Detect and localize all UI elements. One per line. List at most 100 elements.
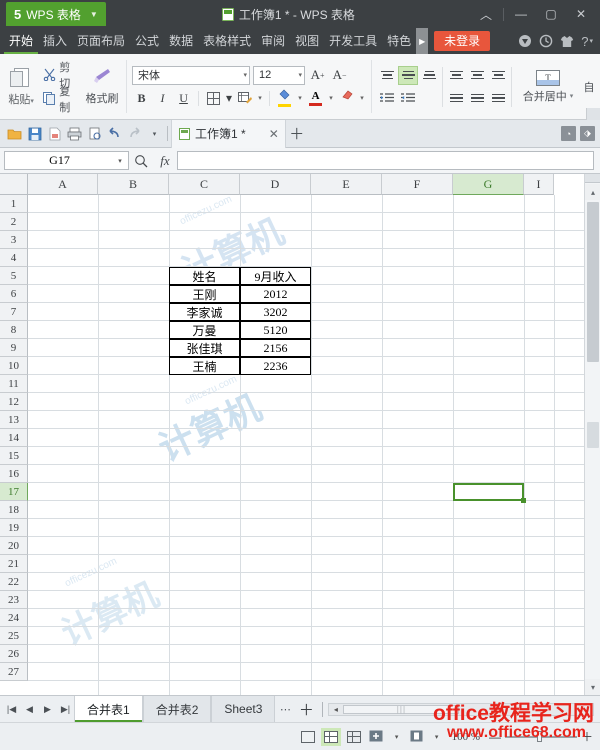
sheet-tab-0[interactable]: 合并表1 — [74, 696, 143, 722]
row-header-11[interactable]: 11 — [0, 375, 28, 393]
font-color-button[interactable]: A — [306, 89, 325, 108]
table-data-cell[interactable]: 3202 — [240, 303, 311, 321]
print-icon[interactable] — [65, 124, 84, 143]
fill-handle[interactable] — [521, 498, 526, 503]
history-icon[interactable]: ◔ — [561, 126, 576, 141]
column-header-I[interactable]: I — [524, 174, 554, 195]
selected-cell[interactable] — [453, 483, 524, 501]
cell-style-dropdown[interactable]: ▾ — [256, 89, 264, 108]
cell-area[interactable]: 计算机 计算机 计算机 officezu.com officezu.com of… — [28, 195, 584, 695]
decrease-indent-button[interactable] — [377, 89, 397, 108]
undo-icon[interactable] — [105, 124, 124, 143]
document-tab[interactable]: 工作簿1 * ✕ — [171, 119, 286, 148]
menu-item-2[interactable]: 页面布局 — [72, 28, 130, 54]
align-center-button[interactable] — [467, 66, 487, 85]
sheet-more-icon[interactable]: ⋯ — [275, 696, 295, 722]
chevron-down-icon[interactable]: ▾ — [114, 157, 126, 165]
format-painter-button[interactable]: 格式刷 — [83, 58, 121, 116]
column-header-C[interactable]: C — [169, 174, 240, 195]
column-header-F[interactable]: F — [382, 174, 453, 195]
row-header-25[interactable]: 25 — [0, 627, 28, 645]
prev-sheet-icon[interactable]: ◀ — [21, 700, 38, 718]
menu-item-7[interactable]: 视图 — [290, 28, 324, 54]
row-header-18[interactable]: 18 — [0, 501, 28, 519]
new-document-button[interactable]: ＋ — [286, 120, 308, 148]
bold-button[interactable]: B — [132, 89, 151, 108]
table-data-cell[interactable]: 2012 — [240, 285, 311, 303]
table-header-cell[interactable]: 姓名 — [169, 267, 240, 285]
save-icon[interactable] — [25, 124, 44, 143]
add-view-dropdown[interactable]: ▾ — [390, 728, 404, 746]
globe-icon[interactable] — [518, 34, 532, 48]
font-color-dropdown[interactable]: ▾ — [327, 89, 335, 108]
menu-item-9[interactable]: 特色 — [382, 28, 416, 54]
increase-indent-button[interactable] — [398, 89, 418, 108]
clear-format-button[interactable] — [337, 89, 356, 108]
table-header-cell[interactable]: 9月收入 — [240, 267, 311, 285]
cut-button[interactable]: 剪切 — [39, 62, 83, 90]
table-data-cell[interactable]: 2156 — [240, 339, 311, 357]
underline-button[interactable]: U — [174, 89, 193, 108]
row-header-27[interactable]: 27 — [0, 663, 28, 681]
shirt-icon[interactable] — [560, 35, 574, 48]
row-header-13[interactable]: 13 — [0, 411, 28, 429]
app-tab-wps[interactable]: 5 WPS 表格 ▼ — [6, 2, 106, 26]
export-pdf-icon[interactable] — [45, 124, 64, 143]
select-all-corner[interactable] — [0, 174, 28, 195]
row-header-2[interactable]: 2 — [0, 213, 28, 231]
fill-color-button[interactable] — [275, 89, 294, 108]
justify-left-button[interactable] — [446, 89, 466, 108]
align-middle-button[interactable] — [398, 65, 418, 85]
scroll-down-button[interactable]: ▾ — [585, 679, 600, 695]
shrink-font-button[interactable]: A − — [330, 66, 349, 85]
row-header-9[interactable]: 9 — [0, 339, 28, 357]
close-button[interactable]: ✕ — [566, 0, 596, 28]
borders-button[interactable] — [204, 89, 223, 108]
font-size-combo[interactable]: 12 ▾ — [253, 65, 306, 85]
row-header-16[interactable]: 16 — [0, 465, 28, 483]
row-header-19[interactable]: 19 — [0, 519, 28, 537]
table-data-cell[interactable]: 王楠 — [169, 357, 240, 375]
row-header-6[interactable]: 6 — [0, 285, 28, 303]
row-header-1[interactable]: 1 — [0, 195, 28, 213]
row-header-22[interactable]: 22 — [0, 573, 28, 591]
row-header-23[interactable]: 23 — [0, 591, 28, 609]
sheet-tab-1[interactable]: 合并表2 — [142, 696, 212, 722]
login-button[interactable]: 未登录 — [434, 31, 491, 51]
align-right-button[interactable] — [488, 66, 508, 85]
column-header-A[interactable]: A — [28, 174, 98, 195]
row-header-20[interactable]: 20 — [0, 537, 28, 555]
column-header-E[interactable]: E — [311, 174, 382, 195]
table-data-cell[interactable]: 李家诚 — [169, 303, 240, 321]
row-header-4[interactable]: 4 — [0, 249, 28, 267]
align-top-button[interactable] — [377, 66, 397, 85]
menu-item-1[interactable]: 插入 — [38, 28, 72, 54]
clear-format-dropdown[interactable]: ▾ — [358, 89, 366, 108]
menu-item-8[interactable]: 开发工具 — [324, 28, 382, 54]
share-icon[interactable]: ⬗ — [580, 126, 595, 141]
fill-color-dropdown[interactable]: ▾ — [296, 89, 304, 108]
cell-style-button[interactable] — [235, 89, 254, 108]
row-header-7[interactable]: 7 — [0, 303, 28, 321]
split-handle[interactable] — [585, 174, 600, 183]
add-view-icon[interactable] — [367, 728, 387, 746]
name-box[interactable]: G17 ▾ — [4, 151, 129, 170]
vertical-scrollbar[interactable]: ▴ ▾ — [584, 174, 600, 695]
row-header-10[interactable]: 10 — [0, 357, 28, 375]
vertical-scroll-thumb[interactable] — [587, 202, 599, 362]
sync-icon[interactable] — [539, 34, 553, 48]
minimize-button[interactable]: — — [506, 0, 536, 28]
row-header-15[interactable]: 15 — [0, 447, 28, 465]
print-preview-icon[interactable] — [85, 124, 104, 143]
help-icon[interactable]: ? ▾ — [581, 34, 593, 49]
column-header-D[interactable]: D — [240, 174, 311, 195]
table-data-cell[interactable]: 2236 — [240, 357, 311, 375]
table-data-cell[interactable]: 王刚 — [169, 285, 240, 303]
scroll-left-button[interactable]: ◂ — [329, 703, 342, 716]
first-sheet-icon[interactable]: |◀ — [3, 700, 20, 718]
row-header-14[interactable]: 14 — [0, 429, 28, 447]
align-left-button[interactable] — [446, 66, 466, 85]
row-header-21[interactable]: 21 — [0, 555, 28, 573]
justify-right-button[interactable] — [488, 89, 508, 108]
copy-button[interactable]: 复制 — [39, 86, 83, 114]
